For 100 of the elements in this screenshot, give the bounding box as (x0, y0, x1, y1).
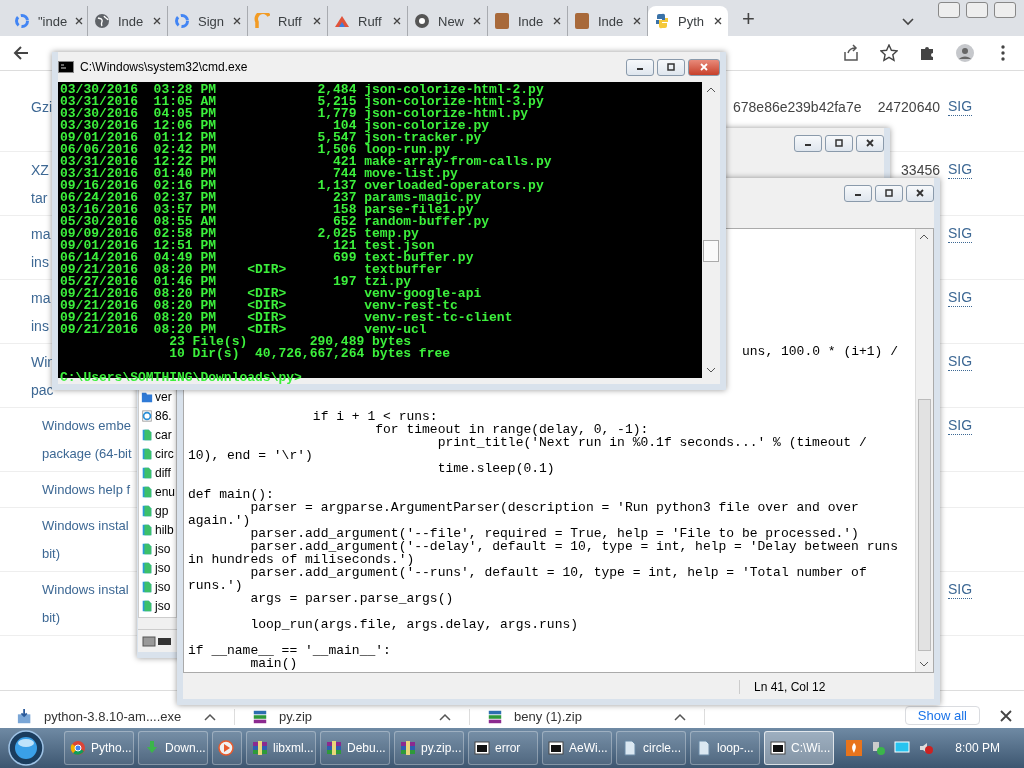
file-item[interactable]: car (141, 425, 172, 444)
books-icon (326, 740, 342, 756)
taskbar-button[interactable]: py.zip... (394, 731, 464, 765)
star-icon[interactable] (880, 44, 898, 62)
scroll-down-icon[interactable] (919, 660, 929, 668)
close-icon[interactable] (714, 17, 722, 25)
release-link[interactable]: Gzi (31, 92, 52, 121)
close-icon[interactable] (633, 17, 641, 25)
taskbar-button[interactable]: circle... (616, 731, 686, 765)
release-link[interactable]: Windows embe (42, 411, 132, 440)
release-link[interactable]: pac (31, 375, 56, 404)
release-link[interactable]: ins (31, 311, 51, 340)
taskbar-button[interactable]: Debu... (320, 731, 390, 765)
new-tab-button[interactable]: + (742, 6, 755, 32)
download-item[interactable]: beny (1).zip (470, 709, 705, 725)
sig-link[interactable]: SIG (948, 288, 973, 307)
file-item[interactable]: enu (141, 482, 176, 501)
release-link[interactable]: ma (31, 283, 51, 312)
flame-icon[interactable] (846, 740, 862, 756)
share-icon[interactable] (842, 44, 860, 62)
speaker-muted-icon[interactable] (918, 740, 934, 756)
command-prompt[interactable]: C:\Users\SOMTHING\Downloads\py> (60, 372, 701, 384)
release-link[interactable]: tar (31, 183, 49, 212)
cursor-position-text: Ln 41, Col 12 (739, 680, 934, 694)
file-item[interactable]: circ (141, 444, 174, 463)
release-link[interactable]: ma (31, 219, 51, 248)
maximize-button[interactable] (657, 58, 685, 76)
close-icon[interactable] (75, 17, 84, 25)
console-line: 05/30/2016 08:55 AM 652 random-buffer.py (60, 216, 491, 228)
release-link[interactable]: Windows instal (42, 511, 129, 540)
taskbar-button[interactable]: error (468, 731, 538, 765)
file-item[interactable]: gp (141, 501, 169, 520)
file-item[interactable]: 86. (141, 406, 172, 425)
scroll-up-icon[interactable] (919, 233, 929, 241)
code-line: again.') (188, 514, 251, 527)
scroll-up-icon[interactable] (706, 86, 716, 94)
scrollbar-thumb[interactable] (703, 240, 719, 262)
sig-link[interactable]: SIG (948, 416, 973, 435)
taskbar-button[interactable]: Down... (138, 731, 208, 765)
file-item[interactable]: jso (141, 577, 171, 596)
taskbar-button[interactable]: libxml... (246, 731, 316, 765)
close-icon[interactable] (473, 17, 481, 25)
scrollbar[interactable] (915, 229, 933, 672)
download-item[interactable]: py.zip (235, 709, 470, 725)
maximize-button[interactable] (825, 134, 853, 152)
close-icon[interactable] (393, 17, 401, 25)
caret-icon[interactable] (439, 713, 451, 721)
caret-icon[interactable] (204, 713, 216, 721)
taskbar-button[interactable]: Pytho... (64, 731, 134, 765)
close-icon[interactable] (313, 17, 321, 25)
browser-tab[interactable]: Pyth (648, 6, 728, 36)
scrollbar-thumb[interactable] (918, 399, 931, 651)
close-button[interactable] (856, 134, 884, 152)
caret-icon[interactable] (902, 18, 914, 26)
back-arrow-icon[interactable] (12, 44, 30, 62)
sig-link[interactable]: SIG (948, 224, 973, 243)
minimize-button[interactable] (626, 58, 654, 76)
puzzle-icon[interactable] (918, 44, 936, 62)
file-item[interactable]: jso (141, 558, 171, 577)
file-item[interactable]: hilb (141, 520, 174, 539)
monitor-icon[interactable] (894, 740, 910, 756)
download-item[interactable]: python-3.8.10-am....exe (0, 709, 235, 725)
close-icon[interactable] (153, 17, 161, 25)
file-icon (141, 428, 153, 441)
sig-link[interactable]: SIG (948, 352, 973, 371)
file-icon (141, 447, 153, 460)
close-icon[interactable] (1000, 710, 1012, 722)
release-link[interactable]: ins (31, 247, 51, 276)
caret-icon[interactable] (674, 713, 686, 721)
code-line: main() (249, 657, 299, 670)
sig-link[interactable]: SIG (948, 160, 973, 179)
close-icon[interactable] (553, 17, 561, 25)
minimize-button[interactable] (844, 184, 872, 202)
release-link[interactable]: package (64-bit (42, 439, 132, 468)
file-item[interactable]: jso (141, 539, 171, 558)
release-link[interactable]: Windows help f (42, 475, 131, 504)
release-link[interactable]: bit) (42, 539, 129, 568)
release-link[interactable]: bit) (42, 603, 129, 632)
close-button[interactable] (906, 184, 934, 202)
taskbar-button[interactable] (212, 731, 242, 765)
maximize-button[interactable] (875, 184, 903, 202)
restore-button[interactable] (966, 2, 988, 18)
file-item[interactable]: diff (141, 463, 171, 482)
taskbar-button[interactable]: AeWi... (542, 731, 612, 765)
sig-link[interactable]: SIG (948, 580, 973, 599)
release-link[interactable]: XZ (31, 155, 49, 184)
profile-icon[interactable] (956, 44, 974, 62)
show-all-button[interactable]: Show all (904, 706, 980, 725)
scroll-down-icon[interactable] (706, 366, 716, 374)
file-item[interactable]: jso (141, 596, 171, 615)
network-icon[interactable] (870, 740, 886, 756)
console-line: 05/27/2016 01:46 PM 197 tzi.py (60, 276, 412, 288)
minimize-button[interactable] (794, 134, 822, 152)
sig-link[interactable]: SIG (948, 97, 973, 116)
start-orb-icon[interactable] (8, 730, 44, 766)
file-item[interactable]: ver (141, 387, 172, 406)
close-icon[interactable] (233, 17, 241, 25)
maximize-icon (884, 188, 894, 198)
release-link[interactable]: Windows instal (42, 575, 129, 604)
taskbar-button[interactable]: loop-... (690, 731, 760, 765)
